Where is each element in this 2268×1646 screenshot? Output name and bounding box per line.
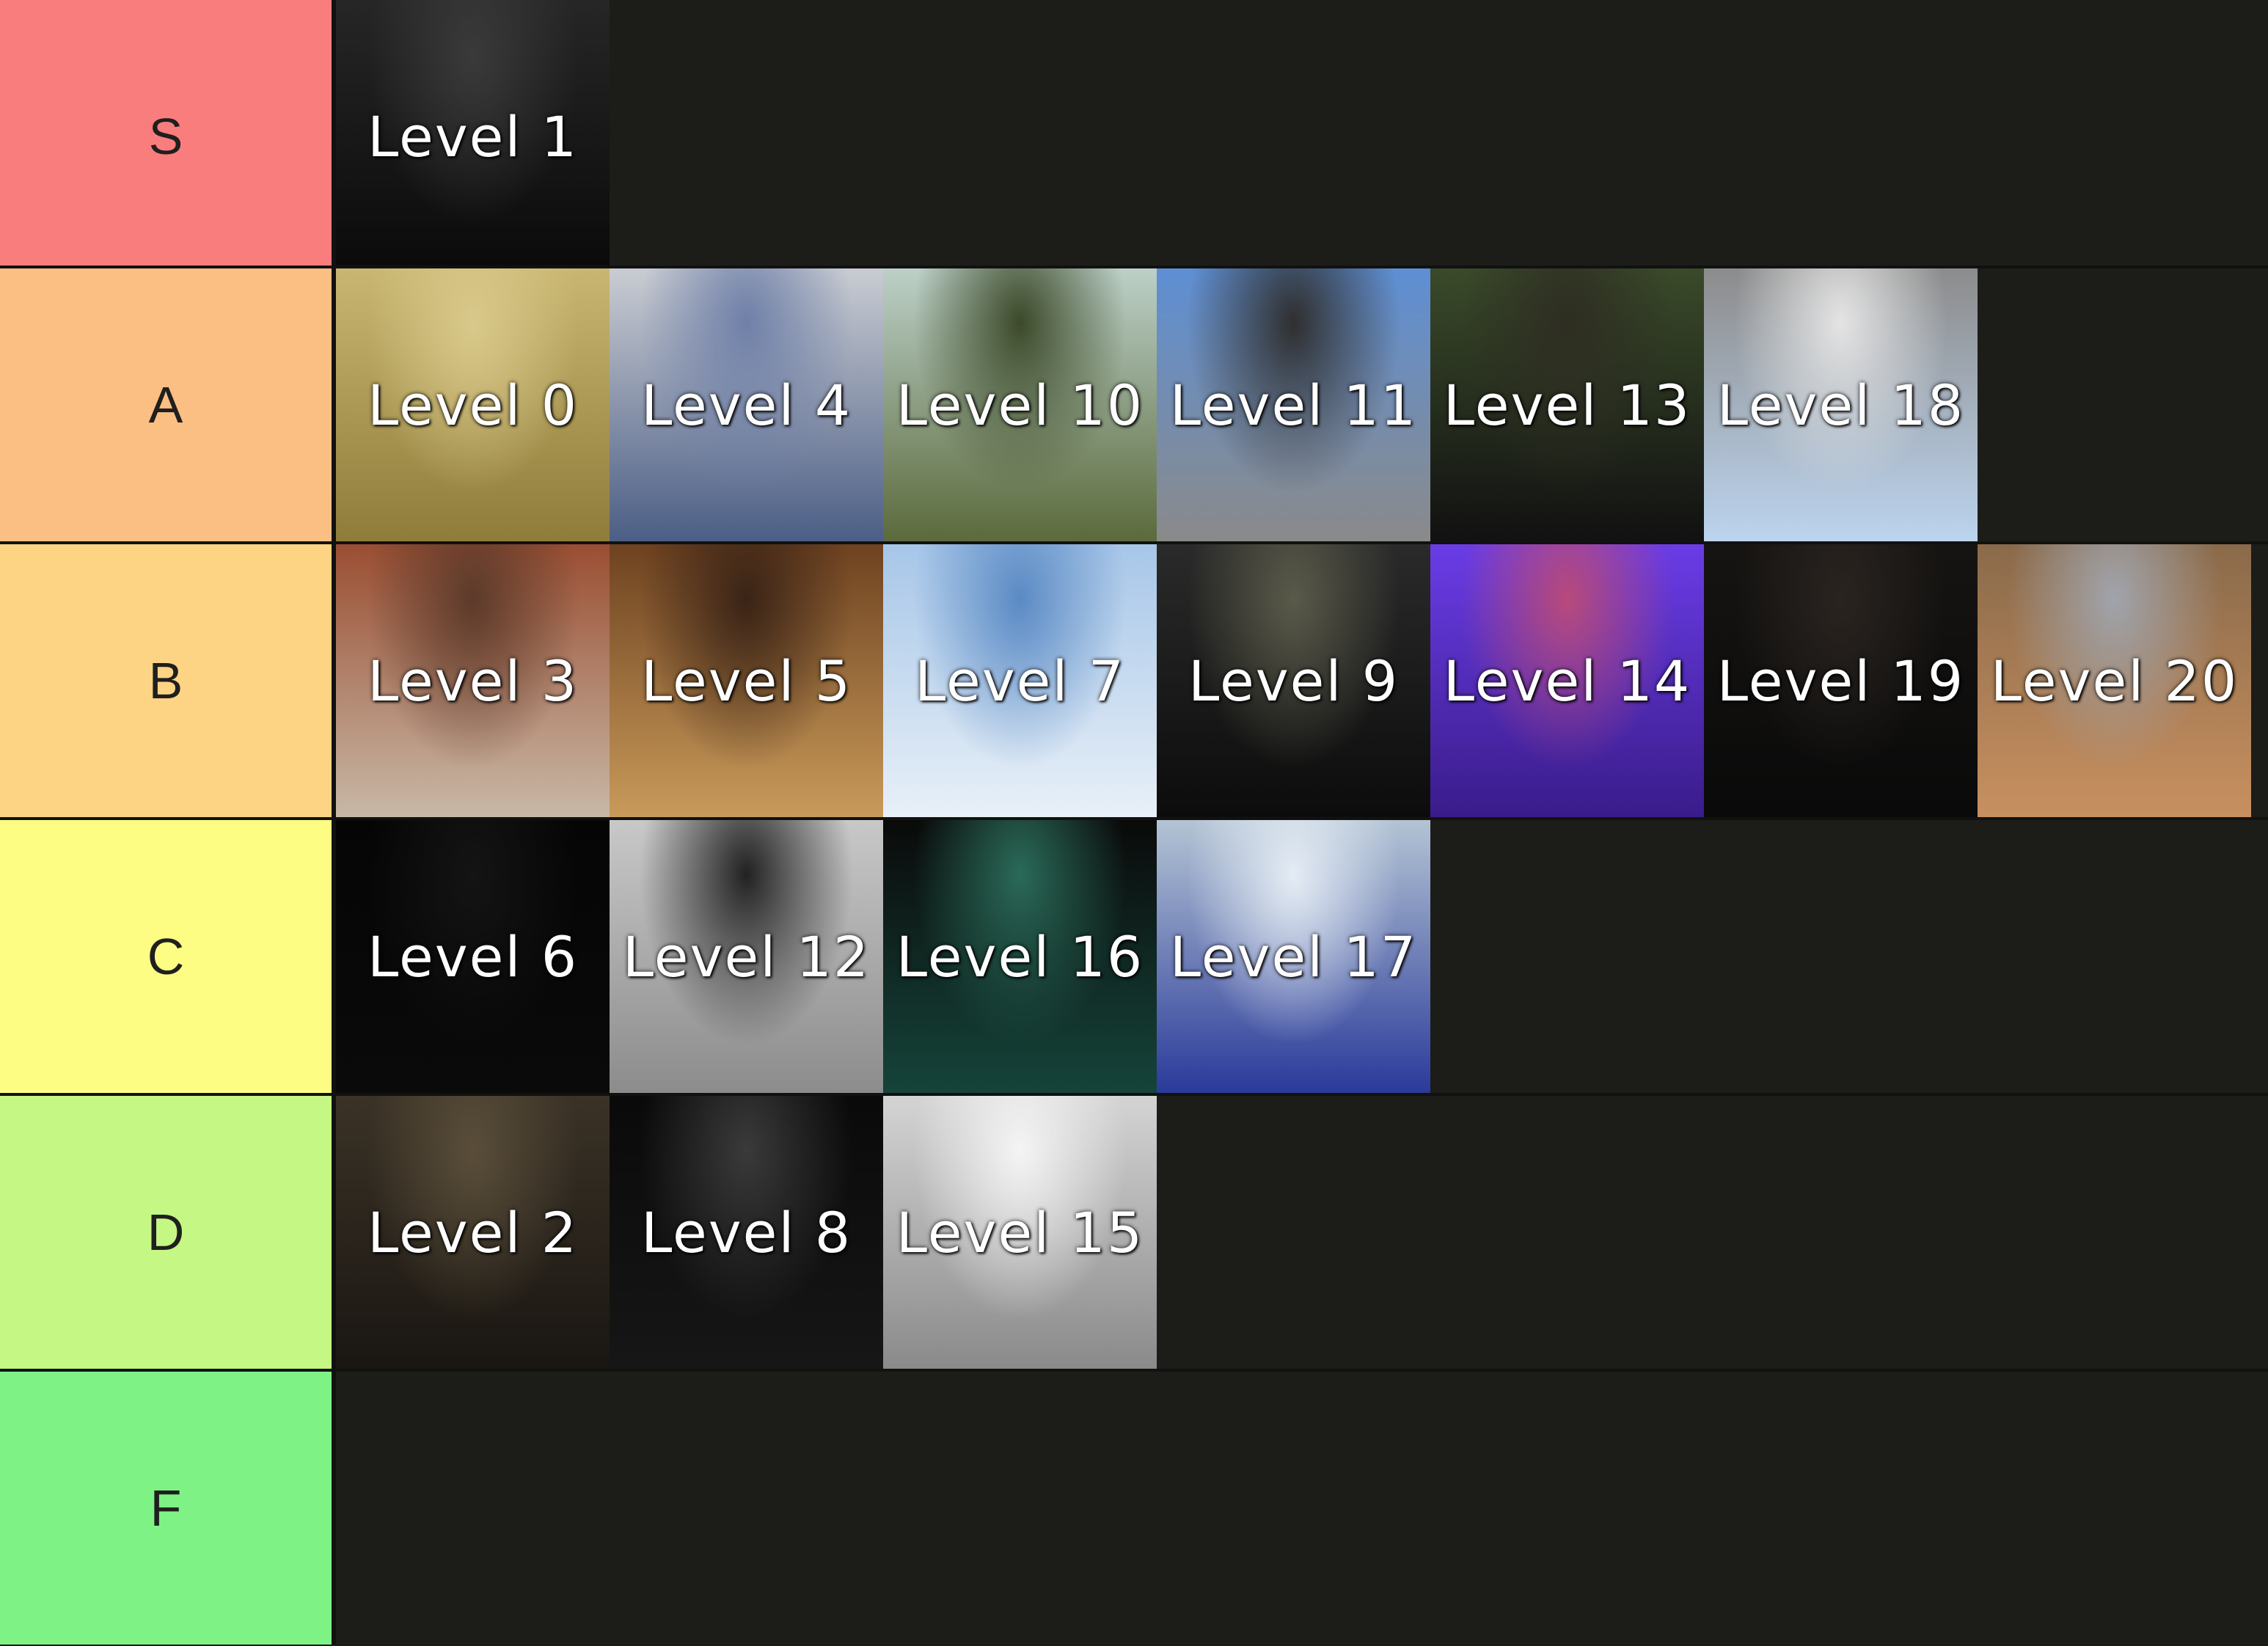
tier-item-tile[interactable]: Level 5 xyxy=(610,544,883,817)
tile-label: Level 3 xyxy=(367,648,579,714)
tier-items-d[interactable]: Level 2 Level 8 Level 15 xyxy=(336,1096,2268,1369)
tier-item-tile[interactable]: Level 19 xyxy=(1704,544,1978,817)
tier-item-tile[interactable]: Level 8 xyxy=(610,1096,883,1369)
tier-row-b: B Level 3 Level 5 Level 7 Level 9 Level 14 Le… xyxy=(0,544,2268,817)
tile-label: Level 6 xyxy=(367,923,579,990)
tier-label-b[interactable]: B xyxy=(0,544,336,817)
tile-label: Level 0 xyxy=(367,372,579,438)
tier-items-c[interactable]: Level 6 Level 12 Level 16 Level 17 xyxy=(336,820,2268,1093)
tier-item-tile[interactable]: Level 14 xyxy=(1430,544,1704,817)
tier-list: S Level 1 A Level 0 Level 4 Level 10 Level … xyxy=(0,0,2268,1646)
tier-row-c: C Level 6 Level 12 Level 16 Level 17 xyxy=(0,820,2268,1093)
tile-label: Level 12 xyxy=(622,923,871,990)
tile-label: Level 16 xyxy=(896,923,1144,990)
tier-item-tile[interactable]: Level 6 xyxy=(336,820,610,1093)
tile-label: Level 15 xyxy=(896,1199,1144,1265)
tier-label-f[interactable]: F xyxy=(0,1372,336,1645)
tier-row-d: D Level 2 Level 8 Level 15 xyxy=(0,1096,2268,1369)
tier-item-tile[interactable]: Level 11 xyxy=(1157,268,1430,541)
tier-label-d[interactable]: D xyxy=(0,1096,336,1369)
tier-item-tile[interactable]: Level 10 xyxy=(883,268,1157,541)
tier-label-s[interactable]: S xyxy=(0,0,336,273)
tier-item-tile[interactable]: Level 4 xyxy=(610,268,883,541)
tier-items-a[interactable]: Level 0 Level 4 Level 10 Level 11 Level 13 Le… xyxy=(336,268,2268,541)
tile-label: Level 13 xyxy=(1443,372,1691,438)
tile-label: Level 1 xyxy=(367,103,579,169)
tile-label: Level 5 xyxy=(640,648,852,714)
tile-label: Level 19 xyxy=(1716,648,1965,714)
tile-label: Level 17 xyxy=(1169,923,1418,990)
tile-label: Level 18 xyxy=(1716,372,1965,438)
tier-row-a: A Level 0 Level 4 Level 10 Level 11 Level 13… xyxy=(0,268,2268,541)
tier-item-tile[interactable]: Level 1 xyxy=(336,0,610,273)
tile-label: Level 2 xyxy=(367,1199,579,1265)
tier-items-f[interactable] xyxy=(336,1372,2268,1645)
tier-item-tile[interactable]: Level 13 xyxy=(1430,268,1704,541)
tile-label: Level 20 xyxy=(1990,648,2239,714)
tile-label: Level 9 xyxy=(1188,648,1400,714)
tier-items-s[interactable]: Level 1 xyxy=(336,0,2268,273)
tier-item-tile[interactable]: Level 16 xyxy=(883,820,1157,1093)
tier-item-tile[interactable]: Level 3 xyxy=(336,544,610,817)
tier-item-tile[interactable]: Level 15 xyxy=(883,1096,1157,1369)
tier-item-tile[interactable]: Level 2 xyxy=(336,1096,610,1369)
tier-item-tile[interactable]: Level 0 xyxy=(336,268,610,541)
tile-label: Level 8 xyxy=(640,1199,852,1265)
tier-label-a[interactable]: A xyxy=(0,268,336,541)
tier-label-c[interactable]: C xyxy=(0,820,336,1093)
tile-label: Level 11 xyxy=(1169,372,1418,438)
tier-items-b[interactable]: Level 3 Level 5 Level 7 Level 9 Level 14 Leve… xyxy=(336,544,2268,817)
tier-item-tile[interactable]: Level 7 xyxy=(883,544,1157,817)
tier-row-f: F xyxy=(0,1372,2268,1645)
tile-label: Level 14 xyxy=(1443,648,1691,714)
tier-item-tile[interactable]: Level 18 xyxy=(1704,268,1978,541)
tier-item-tile[interactable]: Level 9 xyxy=(1157,544,1430,817)
tile-label: Level 4 xyxy=(640,372,852,438)
tile-label: Level 10 xyxy=(896,372,1144,438)
tier-item-tile[interactable]: Level 20 xyxy=(1978,544,2251,817)
tile-label: Level 7 xyxy=(914,648,1126,714)
tier-item-tile[interactable]: Level 17 xyxy=(1157,820,1430,1093)
tier-row-s: S Level 1 xyxy=(0,0,2268,273)
tier-item-tile[interactable]: Level 12 xyxy=(610,820,883,1093)
